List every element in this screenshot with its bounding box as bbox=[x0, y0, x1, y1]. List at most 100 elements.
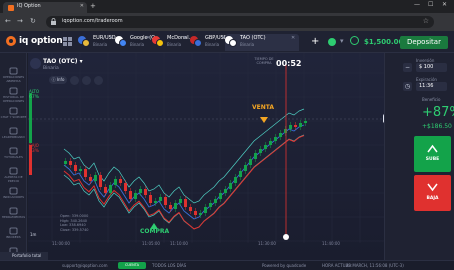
balance-mode-icon[interactable] bbox=[350, 36, 359, 45]
drawing-tools-button[interactable] bbox=[94, 76, 103, 85]
indicators-button[interactable] bbox=[82, 76, 91, 85]
candle bbox=[209, 203, 212, 207]
asset-grid-icon[interactable] bbox=[62, 36, 73, 47]
baja-button[interactable]: BAJA bbox=[414, 175, 451, 211]
close-asset-icon[interactable]: ✕ bbox=[183, 35, 187, 41]
asset-tab-type: Binaria bbox=[205, 42, 220, 47]
sidebar-item[interactable]: LEADERBOARD bbox=[0, 125, 27, 145]
info-button[interactable]: ⓘ Info bbox=[49, 76, 67, 84]
candle bbox=[169, 205, 172, 209]
amount-input[interactable]: $ 100 bbox=[416, 63, 447, 72]
candle bbox=[299, 123, 302, 127]
portfolio-tab[interactable]: Portafolio total bbox=[0, 252, 48, 260]
reload-icon[interactable]: ↻ bbox=[30, 17, 36, 26]
sidebar-item-label: HERRAMIENTAS bbox=[1, 215, 26, 219]
forward-icon[interactable]: → bbox=[17, 17, 23, 26]
sidebar-item[interactable]: BROKERS bbox=[0, 225, 27, 245]
deposit-button[interactable]: Depositar bbox=[400, 36, 448, 49]
payout-value: +$186.50 bbox=[422, 123, 452, 130]
asset-tab-type: Binaria bbox=[167, 42, 182, 47]
asset-flag-icon bbox=[194, 39, 202, 47]
maximize-icon[interactable]: ☐ bbox=[428, 1, 433, 8]
sidebar-item[interactable]: OPERACIONES ABIERTAS bbox=[0, 65, 27, 85]
arrow-up-icon bbox=[427, 144, 438, 153]
time-label: 11:40:00 bbox=[322, 241, 340, 246]
history-icon bbox=[9, 87, 18, 95]
every-day-text: TODOS LOS DÍAS bbox=[152, 263, 187, 268]
candle bbox=[179, 199, 182, 203]
back-icon[interactable]: ← bbox=[5, 17, 11, 26]
account-status-icon[interactable] bbox=[328, 38, 336, 46]
asset-icon bbox=[30, 58, 41, 69]
iqoption-logo[interactable]: iq option bbox=[6, 36, 63, 46]
asset-title[interactable]: TAO (OTC) ▾ bbox=[43, 58, 83, 65]
sidebar-item[interactable]: TUTORIALES bbox=[0, 145, 27, 165]
asset-tab[interactable]: EUR/USD Binaria ✕ bbox=[78, 34, 116, 51]
asset-tab-type: Binaria bbox=[240, 42, 255, 47]
venta-arrow bbox=[260, 117, 268, 123]
account-dropdown-icon[interactable]: ▾ bbox=[340, 37, 344, 45]
time-label: 11:10:00 bbox=[170, 241, 188, 246]
candle bbox=[259, 149, 262, 153]
venta-annotation: VENTA bbox=[252, 104, 275, 111]
sube-button[interactable]: SUBE bbox=[414, 136, 451, 172]
chart-type-button[interactable] bbox=[70, 76, 79, 85]
status-bar: support@iqoption.com CUENTA TODOS LOS DÍ… bbox=[0, 260, 454, 270]
asset-tab[interactable]: McDonal… Binaria ✕ bbox=[152, 34, 194, 51]
candle bbox=[264, 145, 267, 149]
sidebar-item[interactable]: ALERTAS DE PRECIO bbox=[0, 165, 27, 185]
candle bbox=[269, 141, 272, 145]
asset-flag-icon bbox=[82, 39, 90, 47]
candle bbox=[109, 185, 112, 193]
expiry-clock-icon[interactable]: ◷ bbox=[403, 82, 412, 91]
asset-tab[interactable]: Google (O… Binaria ✕ bbox=[115, 34, 160, 51]
asset-tab[interactable]: GBP/USD Binaria ✕ bbox=[190, 34, 228, 51]
sidebar-item-label: LEADERBOARD bbox=[2, 135, 25, 139]
ohlc-line: Close: 339.5740 bbox=[60, 227, 89, 232]
candle bbox=[229, 183, 232, 189]
url-text: iqoption.com/traderoom bbox=[62, 18, 123, 24]
candle bbox=[89, 177, 92, 181]
candle bbox=[114, 179, 117, 185]
asset-tab-type: Binaria bbox=[93, 42, 108, 47]
chat-icon bbox=[9, 107, 18, 115]
candle bbox=[84, 169, 87, 177]
sidebar-item[interactable]: CHAT Y SOPORTE bbox=[0, 105, 27, 125]
briefcase-icon bbox=[9, 67, 18, 75]
sidebar-item[interactable]: HERRAMIENTAS bbox=[0, 205, 27, 225]
sidebar-item[interactable]: HISTORIAL DE OPERACIONES bbox=[0, 85, 27, 105]
close-tab-icon[interactable]: ✕ bbox=[80, 3, 84, 9]
ohlc-info: Open: 339.0000 High: 340.2640 Low: 338.694… bbox=[60, 214, 89, 232]
close-asset-icon[interactable]: ✕ bbox=[109, 35, 113, 41]
account-balance[interactable]: $1,500.00 bbox=[364, 38, 403, 46]
candle bbox=[189, 207, 192, 211]
candle bbox=[119, 179, 122, 183]
close-asset-icon[interactable]: ✕ bbox=[291, 35, 295, 41]
chat-button[interactable]: CUENTA bbox=[118, 262, 146, 269]
asset-tab[interactable]: TAO (OTC) Binaria ✕ bbox=[225, 34, 299, 51]
candle bbox=[219, 193, 222, 199]
expiry-input[interactable]: 11:36 bbox=[416, 82, 447, 91]
alto-percent: 67% bbox=[29, 95, 40, 100]
timeframe-selector[interactable]: 1m bbox=[30, 232, 36, 237]
amount-decrease-button[interactable]: − bbox=[403, 63, 412, 72]
candle bbox=[214, 199, 217, 203]
expiry-marker bbox=[283, 234, 289, 240]
add-asset-button[interactable]: + bbox=[311, 37, 319, 47]
candle bbox=[159, 197, 162, 201]
candle bbox=[249, 159, 252, 165]
candle bbox=[149, 195, 152, 203]
minimize-icon[interactable]: — bbox=[414, 1, 420, 8]
sidebar-item-label: ALERTAS DE PRECIO bbox=[4, 175, 23, 183]
browser-tab[interactable]: IQ Option ✕ bbox=[3, 2, 87, 13]
bookmark-star-icon[interactable]: ☆ bbox=[423, 17, 429, 25]
close-asset-icon[interactable]: ✕ bbox=[146, 35, 150, 41]
sidebar-item[interactable]: INDICADORES bbox=[0, 185, 27, 205]
address-bar[interactable]: iqoption.com/traderoom ☆ bbox=[46, 16, 434, 28]
support-email[interactable]: support@iqoption.com bbox=[62, 263, 107, 268]
time-label: 11:05:00 bbox=[142, 241, 160, 246]
new-tab-button[interactable]: + bbox=[90, 2, 96, 11]
close-window-icon[interactable]: ✕ bbox=[442, 1, 447, 8]
payout-label: Beneficio bbox=[422, 97, 441, 102]
favicon-icon bbox=[8, 5, 14, 11]
